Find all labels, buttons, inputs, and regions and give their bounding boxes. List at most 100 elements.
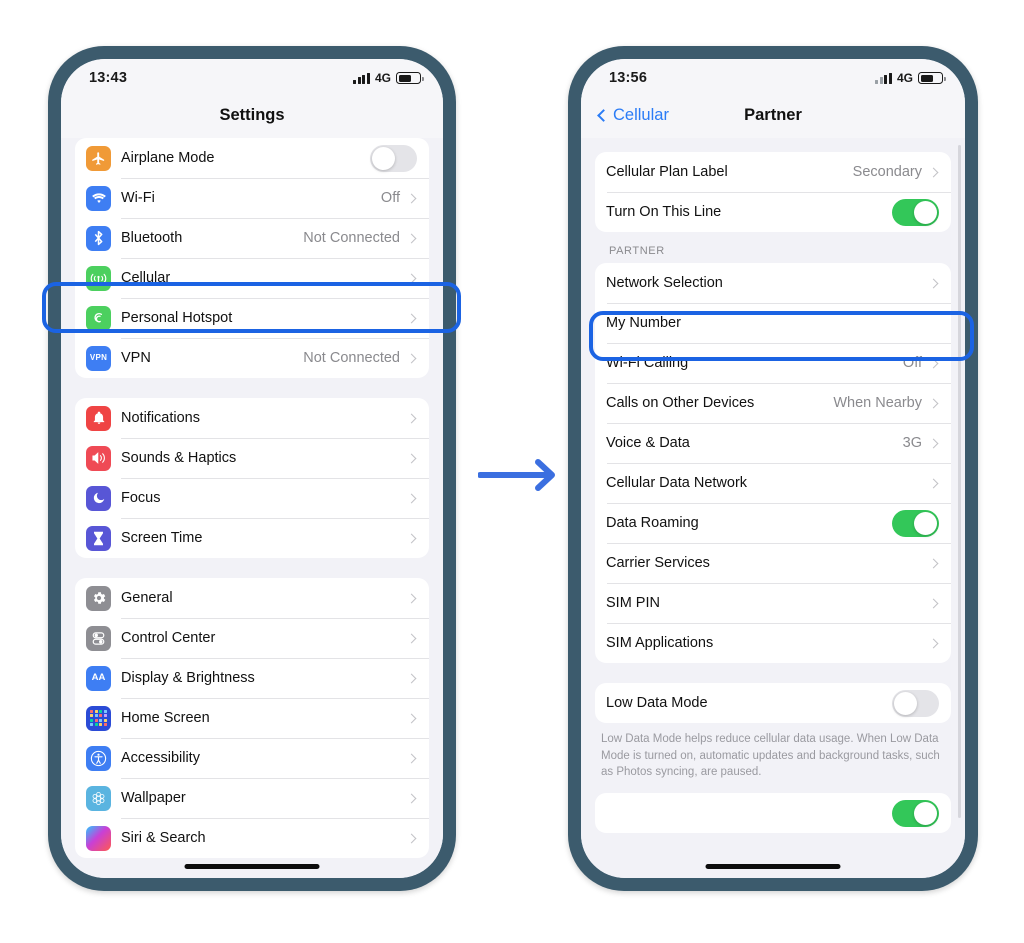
- partner-settings-list[interactable]: Cellular Plan Label Secondary Turn On Th…: [581, 138, 965, 878]
- partial-next-group: [595, 793, 951, 834]
- settings-row-cellular[interactable]: Cellular: [75, 258, 429, 298]
- chevron-left-icon: [597, 109, 610, 122]
- cellular-icon: [86, 265, 111, 291]
- battery-icon: [396, 72, 424, 84]
- row-value: Off: [902, 355, 922, 371]
- row-sim-pin[interactable]: SIM PIN: [595, 583, 951, 623]
- row-value: Secondary: [852, 164, 922, 180]
- settings-group-system: General Control Center AA Display & Brig…: [75, 578, 429, 858]
- row-partial-next[interactable]: [595, 793, 951, 833]
- status-indicators: 4G: [353, 71, 424, 85]
- chevron-right-icon: [406, 313, 417, 323]
- display-brightness-icon: AA: [86, 665, 111, 691]
- settings-row-sounds-haptics[interactable]: Sounds & Haptics: [75, 438, 429, 478]
- row-label: Airplane Mode: [121, 150, 215, 166]
- wallpaper-icon: [86, 785, 111, 811]
- settings-row-home-screen[interactable]: Home Screen: [75, 698, 429, 738]
- chevron-right-icon: [406, 233, 417, 243]
- left-nav-bar: Settings: [61, 93, 443, 138]
- hotspot-icon: [86, 305, 111, 331]
- row-label: Low Data Mode: [606, 695, 708, 711]
- network-type-label: 4G: [374, 71, 391, 85]
- row-sim-applications[interactable]: SIM Applications: [595, 623, 951, 663]
- battery-icon: [918, 72, 946, 84]
- low-data-mode-toggle[interactable]: [892, 689, 939, 717]
- settings-row-airplane-mode[interactable]: Airplane Mode: [75, 138, 429, 178]
- partner-group: Network Selection My Number Wi-Fi Callin…: [595, 263, 951, 663]
- row-value: Not Connected: [303, 230, 400, 246]
- airplane-mode-toggle[interactable]: [370, 144, 417, 172]
- row-calls-on-other-devices[interactable]: Calls on Other Devices When Nearby: [595, 383, 951, 423]
- chevron-right-icon: [928, 358, 939, 368]
- row-label: VPN: [121, 350, 151, 366]
- sounds-icon: [86, 445, 111, 471]
- back-button-cellular[interactable]: Cellular: [597, 106, 669, 125]
- settings-row-control-center[interactable]: Control Center: [75, 618, 429, 658]
- row-label: Accessibility: [121, 750, 200, 766]
- row-label: Turn On This Line: [606, 204, 722, 220]
- row-network-selection[interactable]: Network Selection: [595, 263, 951, 303]
- partial-next-toggle[interactable]: [892, 799, 939, 827]
- row-value: Off: [380, 190, 400, 206]
- settings-row-siri-search[interactable]: Siri & Search: [75, 818, 429, 858]
- chevron-right-icon: [406, 413, 417, 423]
- row-value: Not Connected: [303, 350, 400, 366]
- row-label: Data Roaming: [606, 515, 699, 531]
- focus-icon: [86, 485, 111, 511]
- row-label: Personal Hotspot: [121, 310, 233, 326]
- settings-row-personal-hotspot[interactable]: Personal Hotspot: [75, 298, 429, 338]
- left-phone-device: 13:43 4G Settings Airplane Mode Wi-Fi Of…: [42, 46, 461, 891]
- settings-row-wallpaper[interactable]: Wallpaper: [75, 778, 429, 818]
- data-roaming-toggle[interactable]: [892, 509, 939, 537]
- settings-row-display-brightness[interactable]: AA Display & Brightness: [75, 658, 429, 698]
- settings-row-screen-time[interactable]: Screen Time: [75, 518, 429, 558]
- row-label: Siri & Search: [121, 830, 206, 846]
- accessibility-icon: [86, 745, 111, 771]
- chevron-right-icon: [406, 353, 417, 363]
- network-type-label: 4G: [896, 71, 913, 85]
- chevron-right-icon: [406, 833, 417, 843]
- row-label: SIM Applications: [606, 635, 714, 651]
- home-screen-icon: [86, 705, 111, 731]
- row-label: General: [121, 590, 173, 606]
- row-label: Home Screen: [121, 710, 210, 726]
- row-cellular-data-network[interactable]: Cellular Data Network: [595, 463, 951, 503]
- settings-list[interactable]: Airplane Mode Wi-Fi Off Bluetooth Not Co…: [61, 138, 443, 878]
- vertical-scrollbar[interactable]: [958, 145, 961, 818]
- settings-group-connectivity: Airplane Mode Wi-Fi Off Bluetooth Not Co…: [75, 138, 429, 378]
- settings-row-focus[interactable]: Focus: [75, 478, 429, 518]
- turn-on-this-line-toggle[interactable]: [892, 198, 939, 226]
- airplane-icon: [86, 145, 111, 171]
- home-indicator: [184, 864, 320, 869]
- row-turn-on-this-line[interactable]: Turn On This Line: [595, 192, 951, 232]
- row-cellular-plan-label[interactable]: Cellular Plan Label Secondary: [595, 152, 951, 192]
- row-voice-and-data[interactable]: Voice & Data 3G: [595, 423, 951, 463]
- settings-row-notifications[interactable]: Notifications: [75, 398, 429, 438]
- notifications-icon: [86, 405, 111, 431]
- chevron-right-icon: [928, 558, 939, 568]
- row-label: Screen Time: [121, 530, 203, 546]
- row-low-data-mode[interactable]: Low Data Mode: [595, 683, 951, 723]
- settings-row-vpn[interactable]: VPN VPN Not Connected: [75, 338, 429, 378]
- chevron-right-icon: [406, 673, 417, 683]
- screen-time-icon: [86, 525, 111, 551]
- chevron-right-icon: [406, 193, 417, 203]
- right-nav-bar: Cellular Partner: [581, 93, 965, 138]
- chevron-right-icon: [928, 438, 939, 448]
- settings-group-notifications: Notifications Sounds & Haptics Focus Scr…: [75, 398, 429, 558]
- settings-row-accessibility[interactable]: Accessibility: [75, 738, 429, 778]
- bluetooth-icon: [86, 225, 111, 251]
- row-my-number[interactable]: My Number: [595, 303, 951, 343]
- settings-row-bluetooth[interactable]: Bluetooth Not Connected: [75, 218, 429, 258]
- row-carrier-services[interactable]: Carrier Services: [595, 543, 951, 583]
- settings-row-wifi[interactable]: Wi-Fi Off: [75, 178, 429, 218]
- row-label: Calls on Other Devices: [606, 395, 755, 411]
- row-wifi-calling[interactable]: Wi-Fi Calling Off: [595, 343, 951, 383]
- row-label: Focus: [121, 490, 161, 506]
- settings-row-general[interactable]: General: [75, 578, 429, 618]
- signal-bars-icon: [353, 72, 370, 84]
- signal-bars-icon: [875, 72, 892, 84]
- row-label: Wi-Fi Calling: [606, 355, 689, 371]
- row-data-roaming[interactable]: Data Roaming: [595, 503, 951, 543]
- row-label: Network Selection: [606, 275, 723, 291]
